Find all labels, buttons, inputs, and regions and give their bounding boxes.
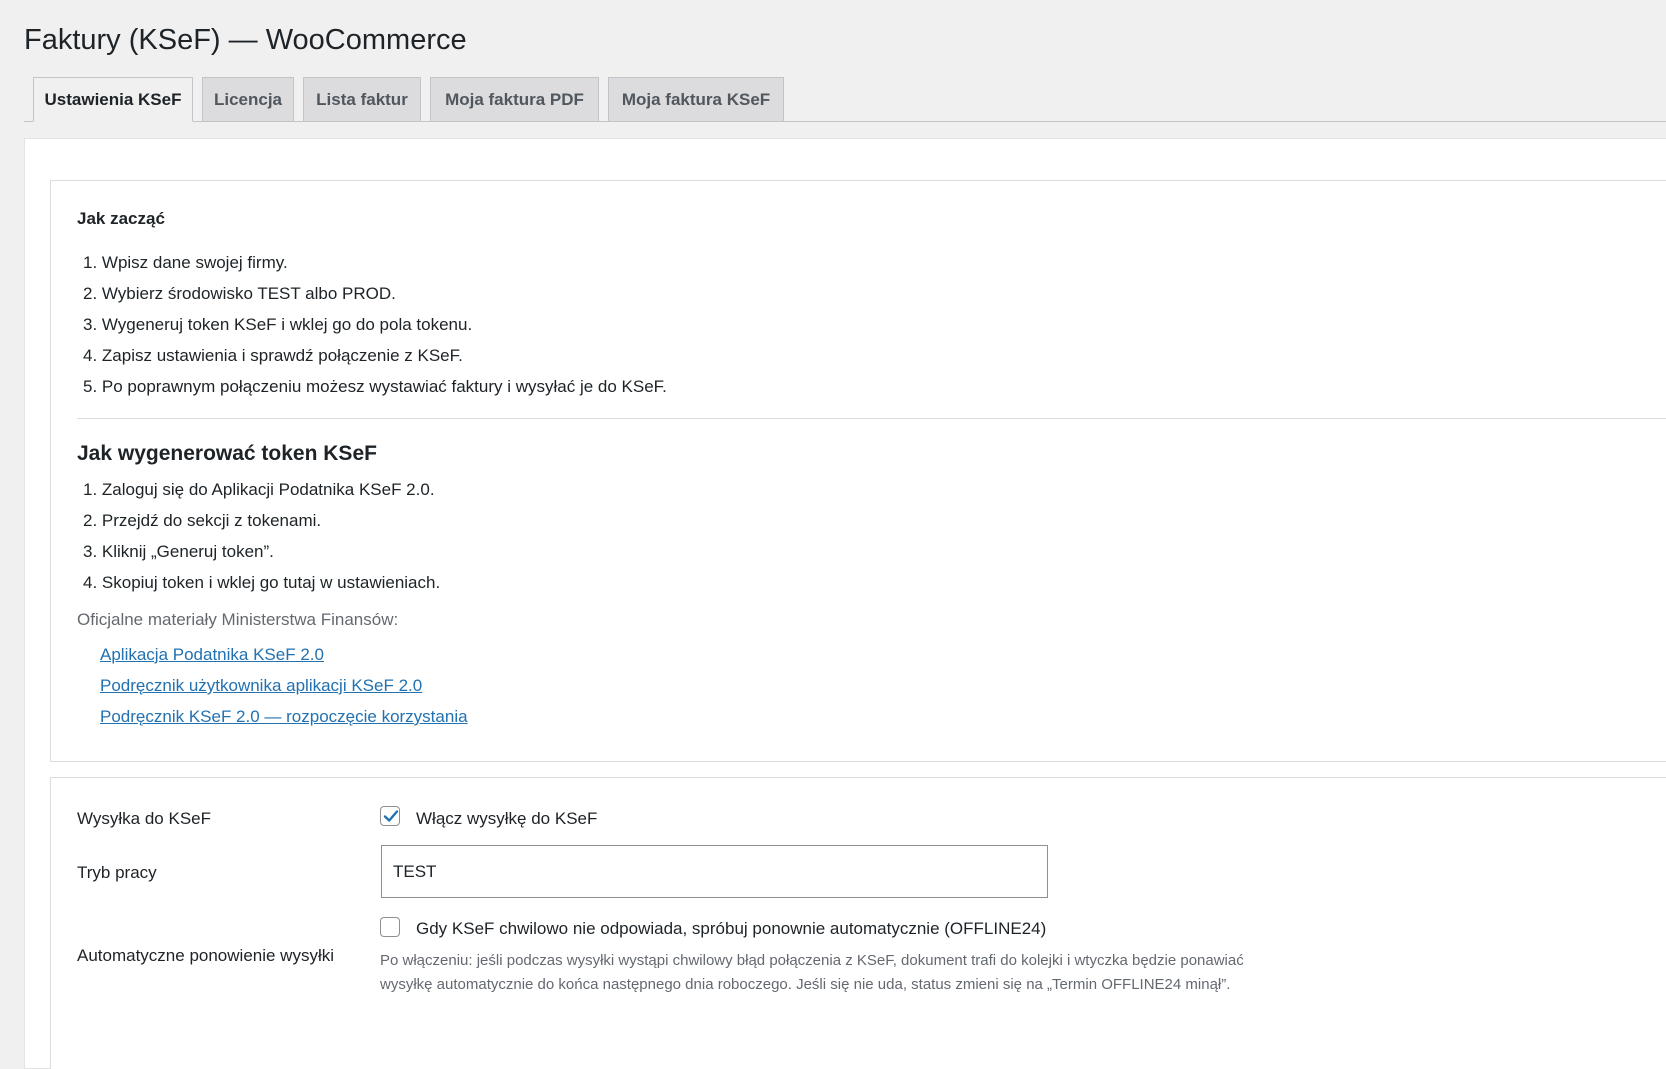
getting-started-step: 4. Zapisz ustawienia i sprawdź połączeni…	[83, 346, 463, 365]
token-guide-step: 1. Zaloguj się do Aplikacji Podatnika KS…	[83, 480, 435, 499]
retry-description-line2: wysyłkę automatycznie do końca następneg…	[380, 976, 1231, 993]
retry-setting-label: Automatyczne ponowienie wysyłki	[77, 946, 335, 965]
official-materials-label: Oficjalne materiały Ministerstwa Finansó…	[77, 610, 399, 629]
getting-started-step: 2. Wybierz środowisko TEST albo PROD.	[83, 284, 396, 303]
tab-my-invoice-pdf[interactable]: Moja faktura PDF	[430, 77, 599, 121]
tab-invoice-list[interactable]: Lista faktur	[303, 77, 421, 121]
link-user-manual[interactable]: Podręcznik użytkownika aplikacji KSeF 2.…	[100, 675, 422, 697]
retry-checkbox-label[interactable]: Gdy KSeF chwilowo nie odpowiada, spróbuj…	[416, 918, 1046, 940]
getting-started-step: 3. Wygeneruj token KSeF i wklej go do po…	[83, 315, 473, 334]
token-guide-step: 3. Kliknij „Generuj token”.	[83, 542, 274, 561]
send-setting-label: Wysyłka do KSeF	[77, 809, 211, 828]
retry-description-line1: Po włączeniu: jeśli podczas wysyłki wyst…	[380, 952, 1244, 969]
token-guide-step: 4. Skopiuj token i wklej go tutaj w usta…	[83, 573, 441, 592]
link-getting-started-manual[interactable]: Podręcznik KSeF 2.0 — rozpoczęcie korzys…	[100, 706, 468, 728]
send-checkbox-label[interactable]: Włącz wysyłkę do KSeF	[416, 808, 597, 830]
getting-started-heading: Jak zacząć	[77, 209, 165, 228]
page-title: Faktury (KSeF) — WooCommerce	[24, 24, 467, 56]
tab-ksef-settings[interactable]: Ustawienia KSeF	[33, 77, 193, 122]
token-guide-heading: Jak wygenerować token KSeF	[77, 442, 377, 465]
retry-checkbox[interactable]	[380, 917, 400, 937]
checkmark-icon	[383, 810, 399, 822]
mode-setting-label: Tryb pracy	[77, 863, 157, 882]
tab-my-invoice-ksef[interactable]: Moja faktura KSeF	[608, 77, 784, 121]
link-taxpayer-app[interactable]: Aplikacja Podatnika KSeF 2.0	[100, 644, 324, 666]
section-divider	[77, 418, 1666, 419]
getting-started-step: 1. Wpisz dane swojej firmy.	[83, 253, 288, 272]
mode-select[interactable]: TEST	[381, 845, 1048, 898]
tab-bar: Ustawienia KSeF Licencja Lista faktur Mo…	[24, 77, 1666, 122]
mode-select-value: TEST	[393, 861, 437, 881]
tab-license[interactable]: Licencja	[202, 77, 294, 121]
send-checkbox[interactable]	[380, 806, 400, 826]
token-guide-step: 2. Przejdź do sekcji z tokenami.	[83, 511, 322, 530]
getting-started-step: 5. Po poprawnym połączeniu możesz wystaw…	[83, 377, 667, 396]
